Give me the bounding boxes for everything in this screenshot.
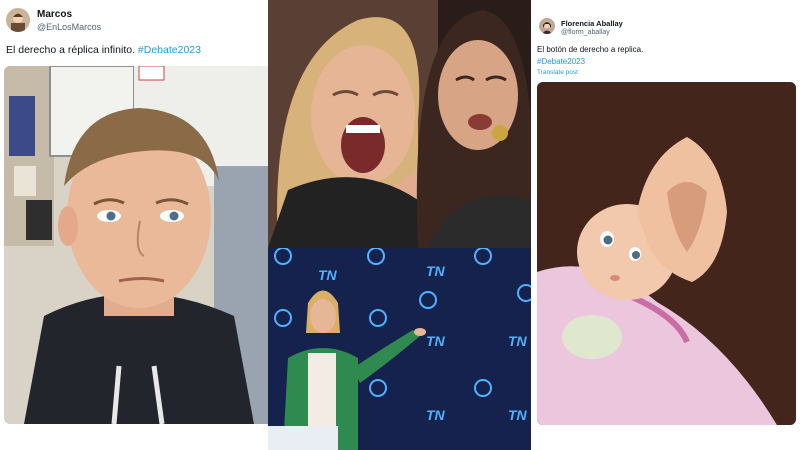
meme-collage: TN TN TN TN TN TN	[268, 0, 531, 450]
tweet-text-main: El derecho a réplica infinito.	[6, 44, 135, 56]
debate-stage-pointing-photo-icon: TN TN TN TN TN TN	[268, 248, 531, 450]
tn-logo-text: TN	[508, 407, 528, 423]
tn-logo-text: TN	[318, 267, 338, 283]
florencia-avatar[interactable]	[539, 18, 555, 34]
baby-doll-dented-head-photo-icon	[537, 82, 796, 425]
left-tweet: Marcos @EnLosMarcos El derecho a réplica…	[0, 0, 268, 450]
tn-logo-text: TN	[426, 263, 446, 279]
display-name[interactable]: Florencia Aballay	[561, 19, 623, 28]
woman-yelling-photo[interactable]	[268, 0, 531, 248]
tweet-text: El derecho a réplica infinito. #Debate20…	[6, 44, 201, 56]
user-handle[interactable]: @florm_aballay	[561, 29, 610, 36]
user-handle[interactable]: @EnLosMarcos	[37, 22, 101, 32]
marcos-avatar[interactable]	[6, 8, 30, 32]
tweet-photo[interactable]	[4, 66, 268, 424]
display-name[interactable]: Marcos	[37, 9, 72, 20]
tn-logo-text: TN	[508, 333, 528, 349]
tn-logo-text: TN	[426, 333, 446, 349]
hesitant-young-man-photo-icon	[4, 66, 268, 424]
hashtag-link[interactable]: #Debate2023	[138, 44, 201, 56]
debate-stage-photo[interactable]: TN TN TN TN TN TN	[268, 248, 531, 450]
translate-post-link[interactable]: Translate post	[537, 69, 578, 76]
tweet-text: El botón de derecho a replica.	[537, 45, 644, 54]
right-tweet: Florencia Aballay @florm_aballay El botó…	[531, 0, 800, 450]
hashtag-link[interactable]: #Debate2023	[537, 57, 585, 66]
woman-yelling-meme-photo-icon	[268, 0, 531, 248]
tweet-photo[interactable]	[537, 82, 796, 425]
tn-logo-text: TN	[426, 407, 446, 423]
